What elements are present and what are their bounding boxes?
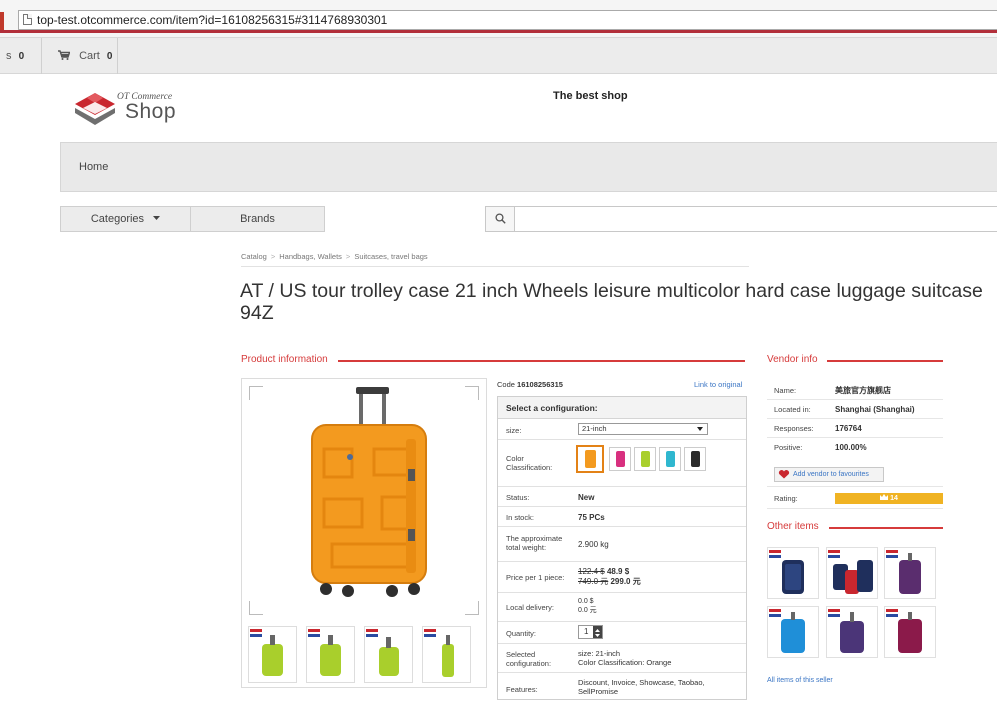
product-code: Code 16108256315: [497, 380, 563, 389]
size-row: size: 21-inch: [498, 419, 746, 440]
vendor-info-heading: Vendor info: [767, 354, 818, 365]
search-input[interactable]: [516, 208, 996, 230]
color-swatch[interactable]: [659, 447, 681, 471]
heart-icon: [778, 470, 790, 479]
selected-config-row: Selected configuration: size: 21-inch Co…: [498, 644, 746, 673]
color-swatch[interactable]: [609, 447, 631, 471]
vendor-responses-row: Responses: 176764: [767, 419, 943, 438]
quantity-row: Quantity: 1: [498, 622, 746, 644]
browser-accent-line: [0, 30, 997, 33]
color-swatch-selected[interactable]: [576, 445, 604, 473]
features-row: Features: Discount, Invoice, Showcase, T…: [506, 678, 705, 696]
select-arrow-icon: [697, 427, 703, 431]
vendor-name[interactable]: 美旅官方旗舰店: [835, 381, 891, 400]
suitcase-photo: [311, 387, 427, 597]
quantity-stepper[interactable]: 1: [578, 625, 603, 639]
other-item-thumbnail[interactable]: [826, 547, 878, 599]
breadcrumb-handbags[interactable]: Handbags, Wallets: [279, 252, 342, 261]
product-thumbnail[interactable]: [422, 626, 471, 683]
nav-home-link[interactable]: Home: [79, 161, 108, 173]
rating-label: Rating:: [774, 494, 798, 503]
shop-logo[interactable]: OT Commerce Shop: [73, 84, 198, 130]
browser-tab-edge: [0, 12, 4, 30]
stock-row: In stock: 75 PCs: [498, 507, 746, 527]
page-icon: [23, 14, 32, 25]
vendor-location-row: Located in: Shanghai (Shanghai): [767, 400, 943, 419]
vendor-name-row: Name: 美旅官方旗舰店: [767, 381, 943, 400]
product-thumbnail[interactable]: [306, 626, 355, 683]
weight-row: The approximate total weight: 2.900 kg: [498, 527, 746, 562]
link-to-original[interactable]: Link to original: [694, 380, 742, 389]
other-item-thumbnail[interactable]: [884, 547, 936, 599]
product-title: AT / US tour trolley case 21 inch Wheels…: [240, 280, 983, 324]
price-row: Price per 1 piece: 122.4 $ 48.9 $ 749.0 …: [498, 562, 746, 593]
config-heading: Select a configuration:: [498, 397, 746, 419]
vendor-rating-badge: 14: [835, 493, 943, 504]
size-select[interactable]: 21-inch: [578, 423, 708, 435]
product-info-heading: Product information: [241, 354, 328, 365]
other-item-thumbnail[interactable]: [767, 606, 819, 658]
other-item-thumbnail[interactable]: [884, 606, 936, 658]
search-button[interactable]: [486, 207, 515, 231]
breadcrumb-suitcases[interactable]: Suitcases, travel bags: [354, 252, 427, 261]
delivery-row: Local delivery: 0.0 $ 0.0 元: [498, 593, 746, 622]
url-field[interactable]: top-test.otcommerce.com/item?id=16108256…: [18, 10, 997, 30]
breadcrumb-divider: [241, 266, 749, 267]
search-icon: [495, 213, 506, 224]
main-nav: Home: [60, 142, 997, 192]
url-text: top-test.otcommerce.com/item?id=16108256…: [37, 13, 388, 27]
color-swatch[interactable]: [684, 447, 706, 471]
all-seller-items-link[interactable]: All items of this seller: [767, 677, 833, 684]
color-row: Color Classification:: [498, 440, 746, 487]
product-thumbnail[interactable]: [248, 626, 297, 683]
caret-down-icon: [153, 216, 161, 220]
product-info-rule: [338, 360, 745, 362]
status-row: Status: New: [498, 487, 746, 507]
breadcrumb: Catalog > Handbags, Wallets > Suitcases, tra…: [241, 252, 428, 261]
vendor-info-rule: [827, 360, 943, 362]
configuration-panel: Select a configuration: size: 21-inch Co…: [497, 396, 747, 700]
browser-address-bar: top-test.otcommerce.com/item?id=16108256…: [0, 0, 997, 38]
other-item-thumbnail[interactable]: [826, 606, 878, 658]
crown-icon: [880, 494, 889, 500]
spin-arrows-icon: [595, 629, 600, 637]
cart-icon: [58, 50, 71, 60]
other-items-rule: [829, 527, 943, 529]
quantity-spin-buttons[interactable]: [593, 626, 602, 638]
cart-link[interactable]: Cart 0: [42, 38, 118, 74]
other-item-thumbnail[interactable]: [767, 547, 819, 599]
compare-link[interactable]: s 0: [0, 38, 42, 74]
add-vendor-favourites-button[interactable]: Add vendor to favourites: [774, 467, 884, 482]
quantity-value: 1: [584, 627, 589, 636]
search-box: [485, 206, 997, 232]
color-swatch[interactable]: [634, 447, 656, 471]
site-top-bar: s 0 Cart 0: [0, 38, 997, 74]
logo-line2: Shop: [125, 100, 177, 123]
brands-button[interactable]: Brands: [190, 206, 325, 232]
product-thumbnail[interactable]: [364, 626, 413, 683]
breadcrumb-catalog[interactable]: Catalog: [241, 252, 267, 261]
site-tagline: The best shop: [553, 90, 628, 102]
vendor-positive-row: Positive: 100.00%: [774, 443, 867, 452]
categories-dropdown-button[interactable]: Categories: [60, 206, 191, 232]
other-items-heading: Other items: [767, 521, 819, 532]
